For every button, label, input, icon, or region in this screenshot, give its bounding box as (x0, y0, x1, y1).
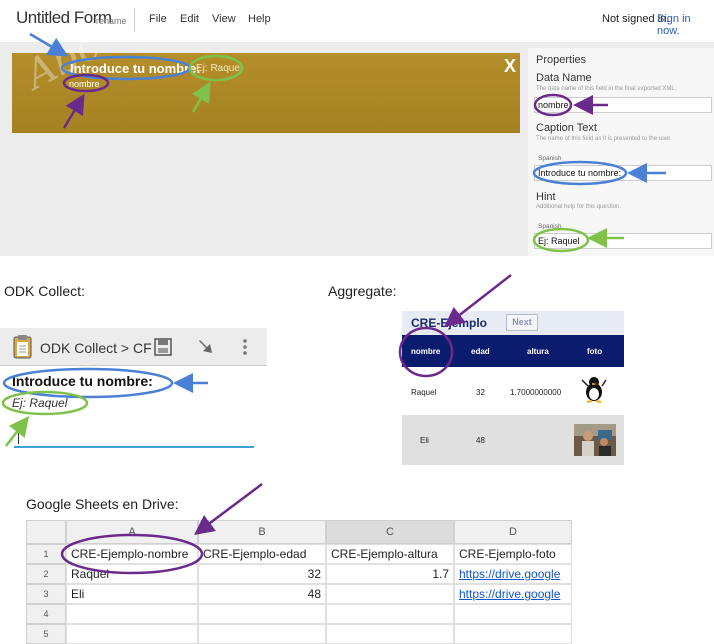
hint-language: Spanish (538, 223, 562, 230)
text-caret (18, 428, 19, 444)
photo-thumbnail[interactable] (578, 374, 612, 406)
sheet-cell[interactable] (198, 604, 326, 624)
data-name-description: The data name of this field in the final… (536, 86, 677, 92)
sheet-cell[interactable]: CRE-Ejemplo-foto (454, 544, 572, 564)
caption-description: The name of this field as it is presente… (536, 136, 672, 142)
caption-label: Caption Text (536, 122, 597, 134)
signin-link[interactable]: Sign in now. (657, 13, 714, 37)
sheet-cell[interactable] (454, 604, 572, 624)
hint-label: Hint (536, 191, 556, 203)
sheet-cell[interactable]: Eli (66, 584, 198, 604)
menu-file[interactable]: File (149, 13, 167, 25)
column-header-edad[interactable]: edad (471, 347, 490, 356)
cell-nombre: Eli (420, 436, 429, 445)
column-header-nombre[interactable]: nombre (411, 347, 440, 356)
column-header-a[interactable]: A (66, 520, 198, 544)
column-header-d[interactable]: D (454, 520, 572, 544)
control-caption: Introduce tu nombre: (70, 61, 201, 76)
row-header-3[interactable]: 3 (26, 584, 66, 604)
sheet-cell[interactable]: CRE-Ejemplo-nombre (66, 544, 198, 564)
row-header-2[interactable]: 2 (26, 564, 66, 584)
sheet-cell[interactable] (454, 624, 572, 644)
aggregate-section-label: Aggregate: (328, 283, 397, 299)
row-header-5[interactable]: 5 (26, 624, 66, 644)
sheets-section-label: Google Sheets en Drive: (26, 496, 179, 512)
annotation-arrow (5, 416, 30, 447)
menu-edit[interactable]: Edit (180, 13, 199, 25)
hint-input[interactable] (534, 233, 712, 249)
caption-input[interactable] (534, 165, 712, 181)
row-header-1[interactable]: 1 (26, 544, 66, 564)
next-button[interactable]: Next (506, 314, 538, 331)
caption-language: Spanish (538, 155, 562, 162)
sheet-cell[interactable]: CRE-Ejemplo-edad (198, 544, 326, 564)
sheet-cell[interactable]: 32 (198, 564, 326, 584)
sheet-cell[interactable]: CRE-Ejemplo-altura (326, 544, 454, 564)
column-header-c[interactable]: C (326, 520, 454, 544)
odk-app-title: ODK Collect > CF (40, 340, 152, 356)
cell-nombre: Raquel (411, 388, 437, 397)
data-name-input[interactable] (534, 97, 712, 113)
odk-collect-section-label: ODK Collect: (4, 283, 85, 299)
jump-icon[interactable] (196, 337, 216, 357)
sheet-cell[interactable] (326, 584, 454, 604)
save-icon[interactable] (153, 337, 173, 357)
sheet-cell[interactable]: 48 (198, 584, 326, 604)
menu-help[interactable]: Help (248, 13, 271, 25)
control-data-name: nombre (69, 79, 100, 89)
data-name-label: Data Name (536, 72, 592, 84)
clipboard-icon[interactable] (12, 334, 34, 360)
sheet-cell[interactable]: 1.7 (326, 564, 454, 584)
column-header-foto[interactable]: foto (587, 347, 602, 356)
sheet-cell[interactable] (66, 624, 198, 644)
close-icon[interactable]: X (504, 56, 516, 77)
sheet-cell[interactable]: Raquel (66, 564, 198, 584)
control-hint: Ej: Raquel (196, 63, 243, 74)
sheet-cell[interactable] (326, 624, 454, 644)
cell-altura: 1.7000000000 (510, 388, 562, 397)
column-header-altura[interactable]: altura (527, 347, 549, 356)
photo-link[interactable]: https://drive.google (454, 584, 572, 604)
properties-title: Properties (536, 54, 587, 66)
sheet-cell[interactable] (326, 604, 454, 624)
divider (134, 8, 135, 32)
menu-view[interactable]: View (212, 13, 236, 25)
odk-question-label: Introduce tu nombre: (12, 373, 153, 389)
column-header-b[interactable]: B (198, 520, 326, 544)
odk-question-hint: Ej: Raquel (12, 396, 68, 410)
more-vert-icon[interactable] (240, 337, 250, 357)
sheet-corner[interactable] (26, 520, 66, 544)
hint-description: Additional help for this question. (536, 204, 622, 210)
sheet-cell[interactable] (66, 604, 198, 624)
row-header-4[interactable]: 4 (26, 604, 66, 624)
cell-edad: 48 (476, 436, 485, 445)
odk-answer-input[interactable] (14, 446, 254, 448)
photo-thumbnail[interactable] (574, 424, 616, 456)
rename-link[interactable]: rename (96, 16, 127, 26)
sheet-cell[interactable] (198, 624, 326, 644)
cell-edad: 32 (476, 388, 485, 397)
aggregate-form-title: CRE-Ejemplo (411, 316, 488, 330)
photo-link[interactable]: https://drive.google (454, 564, 572, 584)
